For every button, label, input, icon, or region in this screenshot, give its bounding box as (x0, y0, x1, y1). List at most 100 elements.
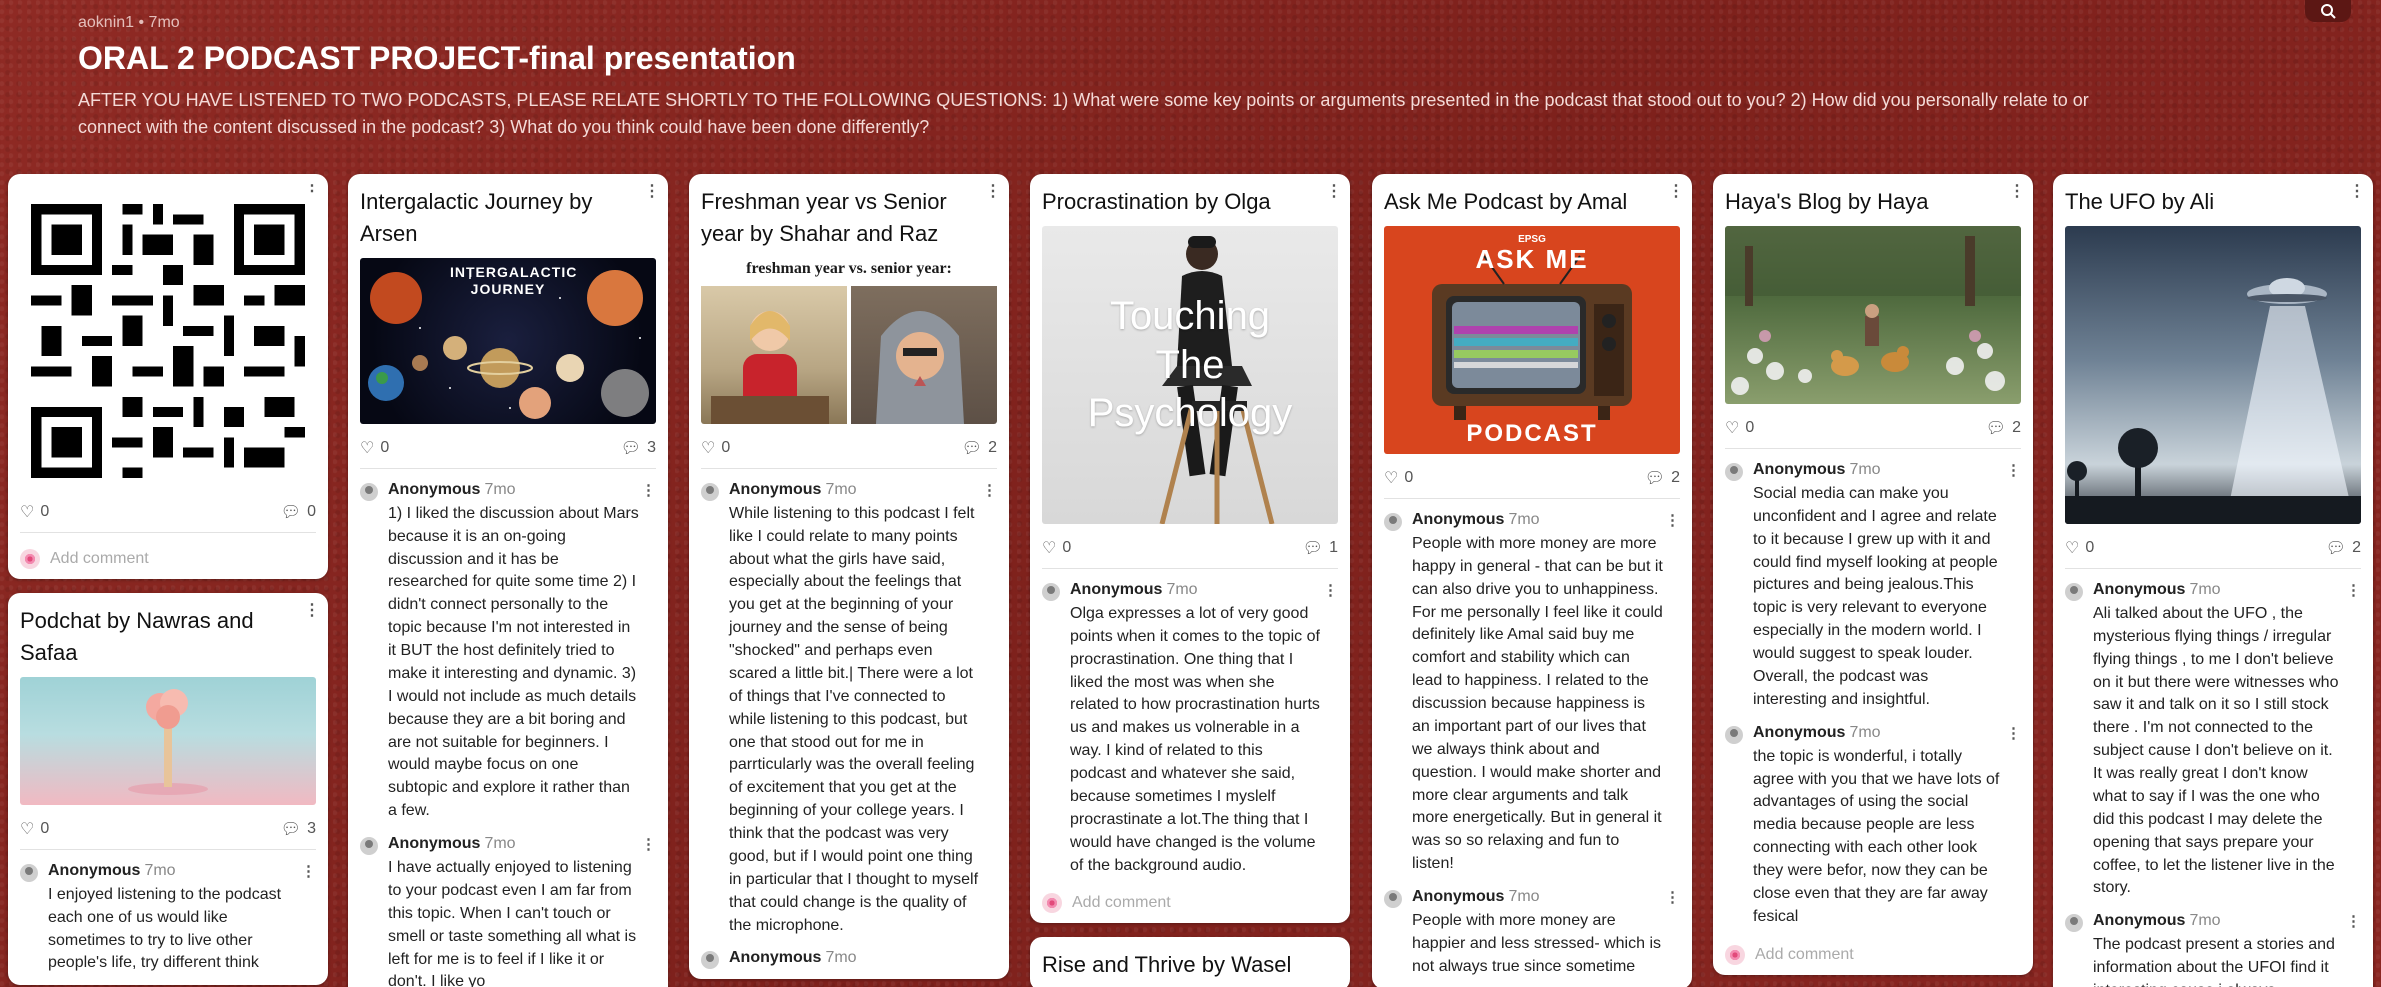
comment-time: 7mo (825, 949, 857, 967)
comment-icon: 💬︎ (1302, 539, 1324, 557)
comment-text: I have actually enjoyed to listening to … (388, 859, 637, 987)
heart-icon: ♡ (1384, 469, 1399, 487)
user-avatar (1725, 944, 1745, 965)
comment: Anonymous 7mo the topic is wonderful, i t… (1725, 724, 2021, 929)
board-title: ORAL 2 PODCAST PROJECT-final presentatio… (78, 40, 796, 76)
image-text-line-1: Touching (1109, 293, 1271, 338)
board-author[interactable]: aoknin1 (78, 14, 134, 31)
post-menu-icon[interactable]: ⋮ (985, 184, 1001, 200)
comment-time: 7mo (825, 480, 857, 498)
comment-button[interactable]: 💬︎ 2 (1645, 468, 1680, 488)
post-card-intergalactic[interactable]: ⋮ Intergalactic Journey by Arsen INTERGA… (348, 174, 668, 987)
add-comment-input[interactable]: Add comment (20, 549, 316, 569)
comment-menu-icon[interactable]: ⋮ (1665, 511, 1680, 529)
space-image: INTERGALACTIC JOURNEY (360, 257, 656, 424)
add-comment-placeholder: Add comment (1072, 894, 1171, 912)
comment-button[interactable]: 💬︎ 1 (1303, 538, 1338, 558)
post-card-haya[interactable]: ⋮ Haya's Blog by Haya ♡ 0 💬︎ 2 Anonymous… (1713, 174, 2033, 975)
post-menu-icon[interactable]: ⋮ (2349, 184, 2365, 200)
user-avatar (1042, 893, 1062, 914)
comment-text: Ali talked about the UFO , the mysteriou… (2093, 604, 2339, 897)
like-count: 0 (721, 438, 731, 456)
post-card-freshman[interactable]: ⋮ Freshman year vs Senior year by Shahar… (689, 174, 1009, 980)
post-menu-icon[interactable]: ⋮ (1326, 184, 1342, 200)
add-comment-input[interactable]: Add comment (1042, 893, 1338, 914)
commenter-avatar (2065, 914, 2083, 933)
comment-text: Olga expresses a lot of very good points… (1070, 604, 1320, 874)
commenter-avatar (701, 482, 719, 501)
board-header: aoknin1 • 7mo ORAL 2 PODCAST PROJECT-fin… (78, 14, 2298, 141)
post-menu-icon[interactable]: ⋮ (304, 603, 320, 619)
post-menu-icon[interactable]: ⋮ (2009, 184, 2025, 200)
heart-icon: ♡ (701, 439, 716, 457)
comment-menu-icon[interactable]: ⋮ (1323, 581, 1338, 599)
column-3: ⋮ Freshman year vs Senior year by Shahar… (689, 174, 1009, 987)
comment-button[interactable]: 💬︎ 0 (281, 502, 316, 522)
user-avatar (20, 549, 40, 569)
like-button[interactable]: ♡ 0 (360, 438, 389, 458)
comment-button[interactable]: 💬︎ 3 (621, 438, 656, 458)
post-menu-icon[interactable]: ⋮ (1668, 184, 1684, 200)
freshman-image: freshman year vs. senior year: (701, 257, 997, 424)
post-card-procrastination[interactable]: ⋮ Procrastination by Olga Touching The P… (1030, 174, 1350, 924)
comment-text: While listening to this podcast I felt l… (729, 504, 979, 934)
comment-time: 7mo (1849, 723, 1881, 741)
comment-menu-icon[interactable]: ⋮ (641, 481, 656, 499)
comment: Anonymous 7mo While listening to this pod… (701, 481, 997, 938)
post-title: The UFO by Ali (2065, 189, 2215, 214)
search-icon (2321, 4, 2336, 19)
post-card-qr[interactable]: ⋮ ♡ 0 💬︎ 0 Add comment (8, 174, 328, 579)
heart-icon: ♡ (360, 439, 375, 457)
column-2: ⋮ Intergalactic Journey by Arsen INTERGA… (348, 174, 668, 987)
comment-menu-icon[interactable]: ⋮ (641, 835, 656, 853)
post-actions: ♡ 0 💬︎ 1 (1042, 538, 1338, 569)
commenter-avatar (1384, 890, 1402, 909)
like-button[interactable]: ♡ 0 (1042, 538, 1071, 558)
ufo-image (2065, 225, 2361, 524)
comment-text: I enjoyed listening to the podcast each … (48, 885, 282, 972)
like-button[interactable]: ♡ 0 (1725, 418, 1754, 438)
comment-menu-icon[interactable]: ⋮ (982, 481, 997, 499)
comment-time: 7mo (2189, 580, 2221, 598)
comment-count: 2 (988, 438, 997, 456)
comment-menu-icon[interactable]: ⋮ (2346, 581, 2361, 599)
post-actions: ♡ 0 💬︎ 3 (360, 438, 656, 469)
comment-menu-icon[interactable]: ⋮ (2006, 461, 2021, 479)
like-button[interactable]: ♡ 0 (701, 438, 730, 458)
like-button[interactable]: ♡ 0 (1384, 468, 1413, 488)
comment-time: 7mo (484, 835, 516, 853)
like-button[interactable]: ♡ 0 (20, 502, 49, 522)
comment-menu-icon[interactable]: ⋮ (301, 862, 316, 880)
post-card-askme[interactable]: ⋮ Ask Me Podcast by Amal EPSG ASK ME POD… (1372, 174, 1692, 987)
post-card-podchat[interactable]: ⋮ Podchat by Nawras and Safaa ♡ 0 💬︎ 3 Ano… (8, 593, 328, 986)
comment-time: 7mo (1166, 580, 1198, 598)
comment-button[interactable]: 💬︎ 2 (1986, 418, 2021, 438)
column-6: ⋮ Haya's Blog by Haya ♡ 0 💬︎ 2 Anonymous… (1713, 174, 2033, 987)
like-button[interactable]: ♡ 0 (20, 819, 49, 839)
board-columns: ⋮ ♡ 0 💬︎ 0 Add comment ⋮ Podchat by Nawr… (0, 174, 2381, 987)
comment-button[interactable]: 💬︎ 2 (962, 438, 997, 458)
post-menu-icon[interactable]: ⋮ (644, 184, 660, 200)
commenter-name: Anonymous (1753, 723, 1846, 741)
add-comment-input[interactable]: Add comment (1725, 944, 2021, 965)
comment-time: 7mo (1508, 510, 1540, 528)
search-button[interactable] (2305, 0, 2351, 22)
comment-button[interactable]: 💬︎ 3 (281, 819, 316, 839)
comment-icon: 💬︎ (1985, 419, 2007, 437)
like-button[interactable]: ♡ 0 (2065, 538, 2094, 558)
comment-button[interactable]: 💬︎ 2 (2326, 538, 2361, 558)
post-card-ufo[interactable]: ⋮ The UFO by Ali ♡0 💬︎2 Anonymous7mo (2053, 174, 2373, 987)
post-card-rise-thrive[interactable]: Rise and Thrive by Wasel (1030, 937, 1350, 987)
comment: Anonymous 7mo People with more money are … (1384, 888, 1680, 979)
post-title: Ask Me Podcast by Amal (1384, 189, 1628, 214)
commenter-avatar (2065, 582, 2083, 601)
post-title: Podchat by Nawras and Safaa (20, 608, 254, 665)
image-text-line-2: The (1155, 342, 1225, 387)
comment-menu-icon[interactable]: ⋮ (2346, 912, 2361, 930)
comment-menu-icon[interactable]: ⋮ (2006, 724, 2021, 742)
comment-menu-icon[interactable]: ⋮ (1665, 888, 1680, 906)
comment-text: People with more money are happier and l… (1412, 912, 1662, 975)
commenter-avatar (1725, 725, 1743, 744)
commenter-name: Anonymous (2093, 580, 2186, 598)
comment-icon: 💬︎ (620, 439, 642, 457)
